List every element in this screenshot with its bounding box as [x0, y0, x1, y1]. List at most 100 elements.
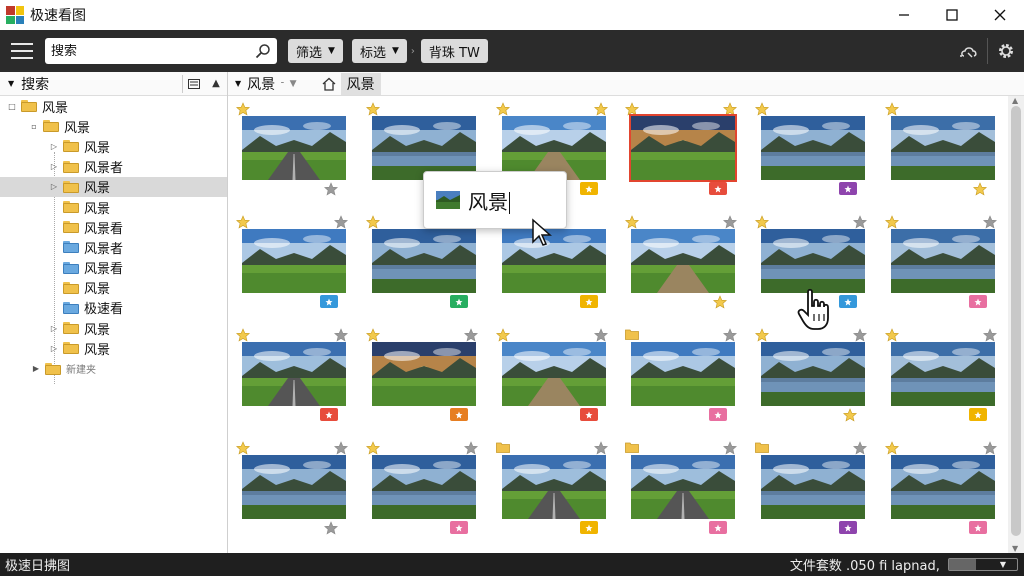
folder-icon[interactable] [755, 441, 769, 455]
landscape-thumbnail-image[interactable] [242, 455, 346, 519]
landscape-thumbnail-image[interactable] [242, 342, 346, 406]
folder-icon[interactable] [625, 441, 639, 455]
tree-item[interactable]: ▷ 风景 [0, 338, 227, 358]
close-button[interactable] [976, 0, 1024, 30]
landscape-thumbnail-image[interactable] [242, 229, 346, 293]
tree-item[interactable]: 风景看 [0, 217, 227, 237]
favorite-star-icon[interactable] [624, 215, 640, 229]
rating-star-icon[interactable] [852, 328, 868, 342]
panel-view-icon[interactable] [183, 72, 205, 96]
thumbnail-card[interactable] [881, 213, 1001, 313]
tree-item[interactable]: ▷ 风景 [0, 136, 227, 156]
scroll-up-icon[interactable]: ▲ [1012, 96, 1018, 105]
rating-star-icon[interactable] [463, 328, 479, 342]
thumbnail-card[interactable] [362, 439, 482, 539]
tree-expander-icon[interactable]: ▷ [48, 182, 60, 191]
tree-expander-icon[interactable]: ▷ [48, 162, 60, 171]
thumbnail-card[interactable] [751, 326, 871, 426]
tree-item[interactable]: 风景 [0, 278, 227, 298]
landscape-thumbnail-image[interactable] [761, 342, 865, 406]
label-badge-icon[interactable] [839, 521, 857, 534]
landscape-thumbnail-image[interactable] [502, 455, 606, 519]
thumbnail-card[interactable] [621, 439, 741, 539]
thumbnail-card[interactable] [621, 213, 741, 313]
tree-expander-icon[interactable]: ▷ [48, 142, 60, 151]
settings-button[interactable] [988, 30, 1024, 72]
landscape-thumbnail-image[interactable] [631, 229, 735, 293]
rating-star-icon[interactable] [333, 441, 349, 455]
thumbnail-card[interactable] [881, 439, 1001, 539]
landscape-thumbnail-image[interactable] [372, 342, 476, 406]
label-badge-icon[interactable] [450, 295, 468, 308]
label-badge-icon[interactable] [839, 182, 857, 195]
rating-star-icon[interactable] [323, 182, 339, 196]
tree-item[interactable]: ▷ 风景 [0, 176, 227, 197]
landscape-thumbnail-image[interactable] [761, 229, 865, 293]
tree-expander-icon[interactable]: □ [6, 102, 18, 111]
favorite-star-icon[interactable] [365, 215, 381, 229]
landscape-thumbnail-image[interactable] [761, 455, 865, 519]
landscape-thumbnail-image[interactable] [502, 229, 606, 293]
favorite-star-icon[interactable] [754, 215, 770, 229]
maximize-button[interactable] [928, 0, 976, 30]
landscape-thumbnail-image[interactable] [891, 229, 995, 293]
rating-star-icon[interactable] [593, 441, 609, 455]
favorite-star-icon[interactable] [884, 328, 900, 342]
breadcrumb-current[interactable]: 风景 [340, 72, 381, 95]
search-input[interactable] [51, 43, 255, 59]
landscape-thumbnail-image[interactable] [631, 455, 735, 519]
thumbnail-card[interactable] [232, 326, 352, 426]
rating-star-icon[interactable] [982, 441, 998, 455]
rating-star-icon[interactable] [852, 441, 868, 455]
scroll-down-icon[interactable]: ▼ [1012, 544, 1018, 553]
home-icon[interactable] [319, 72, 339, 96]
tree-expander-icon[interactable]: ▫ [28, 122, 40, 131]
landscape-thumbnail-image[interactable] [891, 455, 995, 519]
collapse-triangle-icon[interactable]: ▼ [8, 79, 14, 88]
rating-star-icon[interactable] [463, 441, 479, 455]
search-icon[interactable] [255, 43, 271, 59]
label-badge-icon[interactable] [580, 521, 598, 534]
tree-item[interactable]: 风景者 [0, 237, 227, 257]
thumbnail-card[interactable] [492, 326, 612, 426]
cloud-button[interactable] [951, 30, 987, 72]
favorite-star-icon[interactable] [624, 102, 640, 116]
rating-star-icon[interactable] [333, 215, 349, 229]
favorite-star-icon[interactable] [365, 328, 381, 342]
chevron-up-icon[interactable]: ▲ [205, 72, 227, 96]
tree-item[interactable]: 风景 [0, 197, 227, 217]
collapse-triangle-icon[interactable]: ▼ [235, 79, 241, 88]
favorite-star-icon[interactable] [754, 102, 770, 116]
chevron-down-icon[interactable]: ▼ [290, 79, 297, 89]
scrollbar-thumb[interactable] [1011, 106, 1021, 536]
tag-filter-dropdown[interactable]: 标选 ▼ [351, 39, 407, 63]
rating-star-icon[interactable] [712, 295, 728, 309]
rating-star-icon[interactable] [982, 328, 998, 342]
thumbnail-card[interactable] [362, 326, 482, 426]
rating-star-icon[interactable] [972, 182, 988, 196]
label-badge-icon[interactable] [709, 182, 727, 195]
favorite-star-icon[interactable] [365, 441, 381, 455]
thumbnail-card[interactable] [232, 100, 352, 200]
folder-icon[interactable] [625, 328, 639, 342]
rating-star-icon[interactable] [323, 521, 339, 535]
landscape-thumbnail-image[interactable] [372, 229, 476, 293]
favorite-star-icon[interactable] [884, 441, 900, 455]
label-badge-icon[interactable] [709, 408, 727, 421]
label-badge-icon[interactable] [320, 408, 338, 421]
landscape-thumbnail-image[interactable] [761, 116, 865, 180]
tree-expander-icon[interactable]: ▶ [30, 364, 42, 373]
label-badge-icon[interactable] [580, 295, 598, 308]
tree-item[interactable]: ▫ 风景 [0, 116, 227, 136]
thumbnail-card[interactable] [751, 439, 871, 539]
tree-item[interactable]: □ 风景 [0, 96, 227, 116]
thumbnail-card[interactable] [232, 213, 352, 313]
rating-star-icon[interactable] [852, 215, 868, 229]
favorite-star-icon[interactable] [365, 102, 381, 116]
tree-item[interactable]: ▶ 新建夹 [0, 358, 227, 378]
tree-item[interactable]: ▷ 风景者 [0, 157, 227, 177]
extra-button[interactable]: 背珠 TW [420, 39, 488, 63]
thumbnail-card[interactable] [621, 326, 741, 426]
rating-star-icon[interactable] [982, 215, 998, 229]
favorite-star-icon[interactable] [235, 102, 251, 116]
